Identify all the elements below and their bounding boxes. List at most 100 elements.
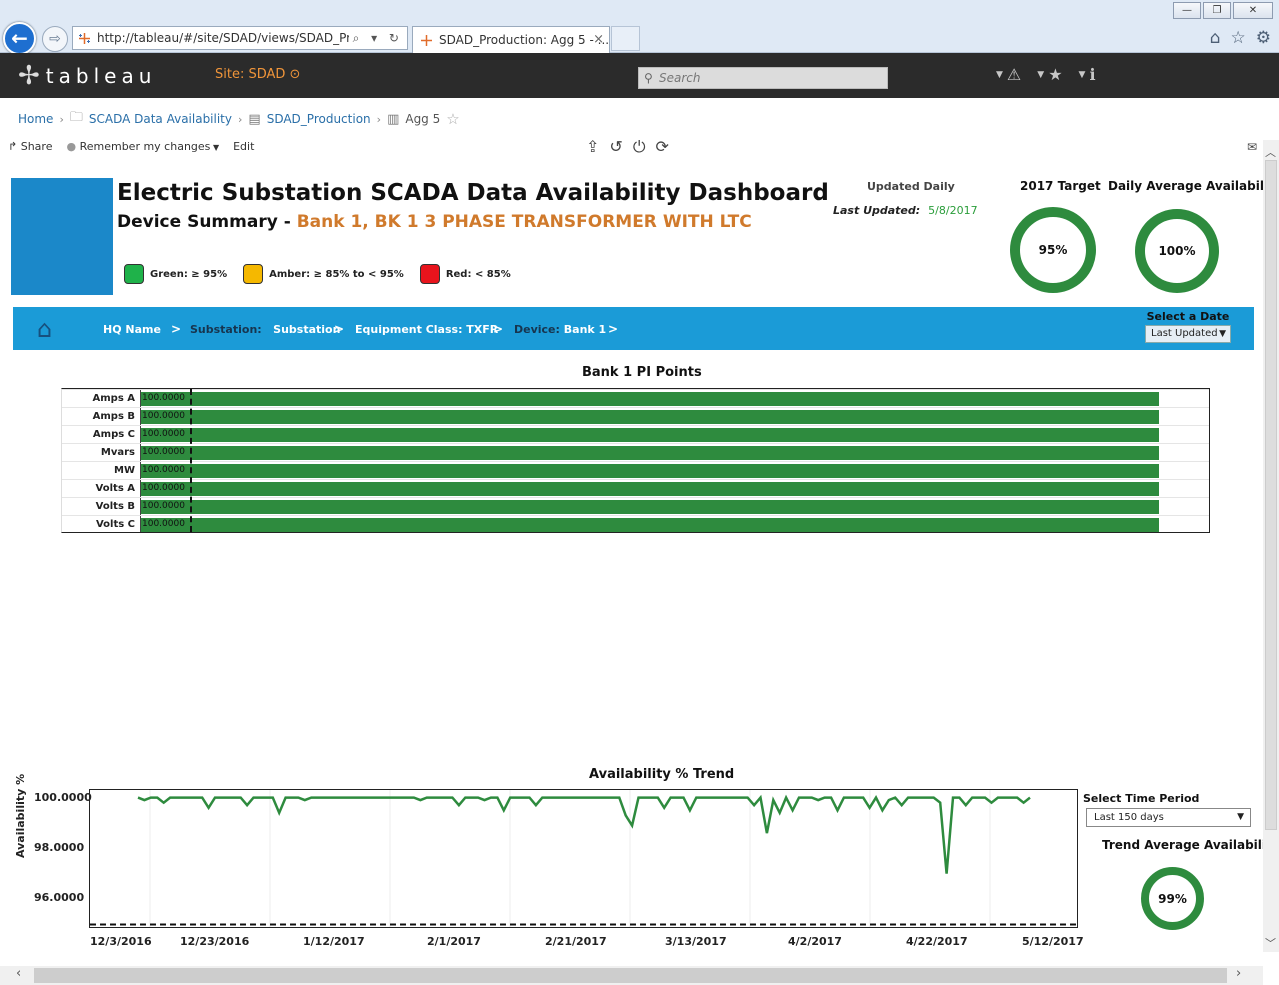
nav-hq[interactable]: HQ Name: [103, 323, 161, 336]
pi-row-label: Amps B: [92, 411, 135, 422]
pi-bar[interactable]: [141, 428, 1159, 442]
pi-row: Volts B 100.0000: [62, 497, 1209, 515]
favorites-icon[interactable]: ☆: [1231, 28, 1246, 48]
scroll-down-icon[interactable]: ﹀: [1265, 935, 1276, 951]
x-tick-label: 2/1/2017: [427, 935, 481, 948]
pi-bar[interactable]: [141, 518, 1159, 532]
breadcrumb-separator: ›: [238, 112, 243, 126]
home-icon[interactable]: ⌂: [37, 315, 52, 343]
dot-icon: ●: [66, 140, 80, 153]
minimize-button[interactable]: —: [1173, 2, 1201, 19]
pi-target-line: [190, 389, 192, 532]
home-icon[interactable]: ⌂: [1210, 28, 1221, 48]
x-tick-label: 4/2/2017: [788, 935, 842, 948]
pi-row: Volts A 100.0000: [62, 479, 1209, 497]
star-icon: ★: [1048, 65, 1063, 84]
target-label: 2017 Target: [1020, 179, 1101, 193]
legend-amber: Amber: ≥ 85% to < 95%: [243, 264, 404, 284]
header-actions: ▼ ⚠ ▼ ★ ▼ ℹ: [996, 65, 1096, 84]
pi-bar-value: 100.0000: [142, 447, 185, 457]
scroll-left-icon[interactable]: ‹: [16, 966, 21, 981]
date-dropdown[interactable]: Last Updated: [1145, 325, 1231, 343]
remember-changes-button[interactable]: ● Remember my changes ▼: [66, 140, 219, 153]
x-tick-label: 12/3/2016: [90, 935, 152, 948]
breadcrumb-separator: ›: [376, 112, 382, 126]
export-icon[interactable]: ⇪: [586, 137, 599, 157]
pi-row-label: Amps C: [92, 429, 135, 440]
legend-label: Amber: ≥ 85% to < 95%: [269, 268, 404, 280]
mail-icon[interactable]: ✉: [1247, 140, 1257, 154]
nav-device[interactable]: Device: Bank 1: [514, 323, 606, 336]
pi-bar[interactable]: [141, 464, 1159, 478]
maximize-button[interactable]: ❐: [1203, 2, 1231, 19]
info-menu[interactable]: ▼ ℹ: [1079, 65, 1096, 84]
x-tick-label: 12/23/2016: [180, 935, 250, 948]
availability-series-line[interactable]: [137, 794, 1031, 874]
pi-row: Volts C 100.0000: [62, 515, 1209, 533]
legend-label: Red: < 85%: [445, 268, 511, 280]
vertical-scrollbar[interactable]: ︿ ﹀: [1263, 140, 1279, 952]
time-period-dropdown[interactable]: Last 150 days: [1086, 808, 1251, 827]
share-button[interactable]: ↱ Share: [8, 140, 52, 153]
pi-row: Mvars 100.0000: [62, 443, 1209, 461]
legend-swatch: [124, 264, 144, 284]
close-window-button[interactable]: ✕: [1233, 2, 1273, 19]
pi-row-label: Mvars: [100, 447, 135, 458]
search-input[interactable]: ⚲ Search: [638, 67, 888, 89]
power-icon[interactable]: ⏻: [633, 137, 646, 157]
favorite-star-icon[interactable]: ☆: [446, 110, 459, 128]
tableau-favicon-icon: [421, 35, 432, 46]
pi-bar[interactable]: [141, 410, 1159, 424]
nav-equipment-label: Equipment Class: TXFR: [355, 323, 499, 336]
browser-tab[interactable]: SDAD_Production: Agg 5 - ... ×: [412, 26, 610, 53]
scroll-thumb[interactable]: [1265, 160, 1277, 830]
site-selector[interactable]: Site: SDAD ⊙: [215, 67, 300, 82]
back-button[interactable]: ←: [3, 22, 36, 55]
nav-substation[interactable]: Substation: Substation: [190, 323, 340, 336]
address-bar[interactable]: http://tableau/#/site/SDAD/views/SDAD_Pr…: [72, 26, 408, 50]
breadcrumb-workbook[interactable]: SDAD_Production: [267, 112, 371, 126]
pi-row: MW 100.0000: [62, 461, 1209, 479]
new-tab-button[interactable]: [611, 26, 640, 51]
alerts-menu[interactable]: ▼ ⚠: [996, 65, 1021, 84]
date-selector: Select a Date Last Updated: [1145, 310, 1231, 343]
workbook-icon: ▤: [248, 111, 261, 127]
updated-daily: Updated Daily: [867, 180, 955, 193]
url-text: http://tableau/#/site/SDAD/views/SDAD_Pr…: [97, 31, 380, 45]
tableau-logo[interactable]: ✢ tableau: [18, 61, 156, 91]
trend-chart: [89, 789, 1078, 928]
breadcrumb-home[interactable]: Home: [18, 112, 53, 126]
pi-bar[interactable]: [141, 482, 1159, 496]
dashboard-title: Electric Substation SCADA Data Availabil…: [117, 180, 829, 206]
pi-bar[interactable]: [141, 392, 1159, 406]
undo-icon[interactable]: ↺: [609, 137, 622, 157]
scroll-up-icon[interactable]: ︿: [1265, 144, 1276, 160]
legend-label: Green: ≥ 95%: [150, 268, 228, 280]
tab-close-icon[interactable]: ×: [593, 27, 604, 53]
alert-icon: ⚠: [1006, 65, 1022, 84]
avg-label: Daily Average Availability: [1108, 179, 1279, 193]
pi-bar[interactable]: [141, 500, 1159, 514]
nav-hq-label: HQ Name: [103, 323, 161, 336]
trend-avg-label: Trend Average Availability: [1102, 838, 1279, 852]
browser-icons: ⌂ ☆ ⚙: [1210, 28, 1271, 48]
scroll-right-icon[interactable]: ›: [1236, 966, 1241, 981]
subtitle-device: Bank 1, BK 1 3 PHASE TRANSFORMER WITH LT…: [296, 212, 752, 232]
refresh-icon[interactable]: ⟳: [655, 137, 668, 157]
pi-bar[interactable]: [141, 446, 1159, 460]
date-selector-label: Select a Date: [1146, 310, 1230, 323]
legend-red: Red: < 85%: [419, 264, 511, 284]
nav-chevron: >: [493, 322, 504, 336]
favorites-menu[interactable]: ▼ ★: [1037, 65, 1062, 84]
target-value: 95%: [1038, 243, 1068, 257]
scroll-thumb[interactable]: [34, 968, 1227, 983]
subtitle-prefix: Device Summary -: [117, 212, 297, 232]
edit-button[interactable]: Edit: [233, 140, 254, 153]
forward-button[interactable]: ⇨: [42, 26, 68, 52]
horizontal-scrollbar[interactable]: ‹ ›: [0, 966, 1263, 985]
url-controls[interactable]: ⌕ ▾ ↻: [348, 27, 403, 49]
gear-icon[interactable]: ⚙: [1256, 28, 1271, 48]
nav-equipment[interactable]: Equipment Class: TXFR: [355, 323, 498, 336]
breadcrumb-project[interactable]: SCADA Data Availability: [89, 112, 232, 126]
dashboard-subtitle: Device Summary - Bank 1, BK 1 3 PHASE TR…: [117, 212, 752, 232]
